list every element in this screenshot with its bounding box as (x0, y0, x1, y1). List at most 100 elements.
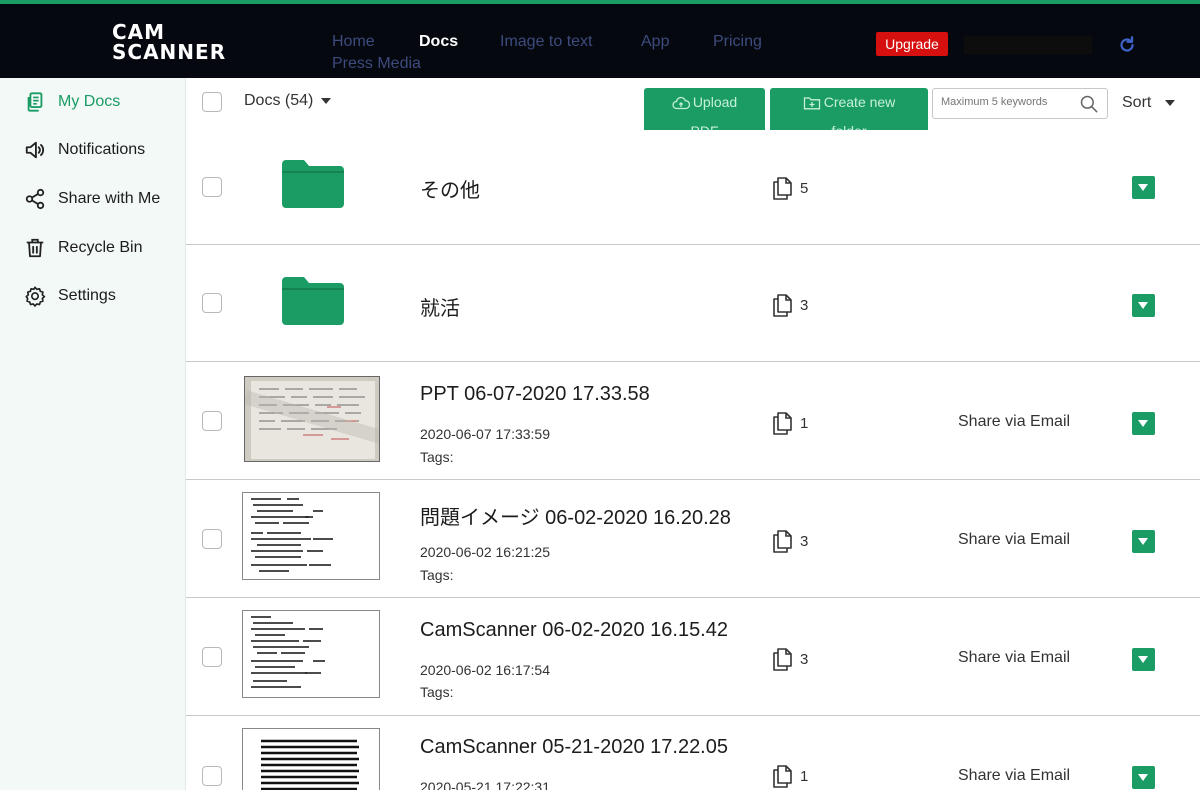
pages-icon (773, 177, 792, 200)
row-checkbox[interactable] (202, 293, 222, 313)
list-item[interactable]: 就活 3 (186, 245, 1200, 362)
pages-icon (773, 648, 792, 671)
row-actions-dropdown[interactable] (1132, 294, 1155, 317)
document-tags: Tags: (420, 684, 454, 700)
row-checkbox[interactable] (202, 410, 222, 431)
folder-title[interactable]: その他 (420, 174, 480, 203)
row-checkbox[interactable] (202, 766, 222, 786)
sidebar: My Docs Notifications Share with Me Recy… (0, 78, 186, 790)
row-actions-dropdown[interactable] (1132, 412, 1155, 435)
document-thumbnail[interactable] (242, 728, 380, 790)
document-title[interactable]: 問題イメージ 06-02-2020 16.20.28 (420, 501, 731, 530)
folder-icon (282, 277, 344, 325)
search-icon[interactable] (1079, 94, 1099, 114)
document-date: 2020-05-21 17:22:31 (420, 779, 550, 790)
sort-label: Sort (1122, 94, 1152, 111)
share-via-email-link[interactable]: Share via Email (958, 531, 1070, 549)
sidebar-item-my-docs[interactable]: My Docs (24, 89, 120, 115)
folder-icon (282, 160, 344, 208)
document-date: 2020-06-02 16:21:25 (420, 544, 550, 560)
page-count-value: 3 (800, 532, 809, 550)
create-label-line-1: Create new (823, 94, 896, 110)
thumbnail-image (245, 377, 379, 461)
document-tags: Tags: (420, 449, 454, 465)
page-count: 3 (770, 292, 808, 318)
search-input[interactable] (941, 96, 1081, 108)
chevron-down-icon (321, 98, 332, 104)
share-via-email-link[interactable]: Share via Email (958, 649, 1070, 667)
row-actions-dropdown[interactable] (1132, 766, 1155, 789)
share-via-email-link[interactable]: Share via Email (958, 413, 1070, 431)
page-count-value: 3 (800, 650, 809, 668)
document-title[interactable]: PPT 06-07-2020 17.33.58 (420, 383, 650, 406)
trash-icon (26, 238, 44, 258)
sidebar-item-share-with-me[interactable]: Share with Me (24, 186, 160, 212)
sidebar-item-label: Settings (58, 287, 116, 304)
pages-icon (773, 412, 792, 435)
page-count-value: 3 (800, 296, 809, 314)
select-all-checkbox[interactable] (202, 92, 222, 112)
list-item[interactable]: その他 5 (186, 130, 1200, 245)
nav-home-link[interactable]: Home (332, 33, 375, 51)
document-title[interactable]: CamScanner 06-02-2020 16.15.42 (420, 619, 728, 642)
pages-icon (773, 530, 792, 553)
list-item[interactable]: 問題イメージ 06-02-2020 16.20.28 2020-06-02 16… (186, 480, 1200, 598)
nav-press-media-link[interactable]: Press Media (332, 55, 421, 73)
speaker-icon (25, 141, 45, 159)
document-date: 2020-06-07 17:33:59 (420, 426, 550, 442)
search-box (932, 88, 1108, 119)
document-thumbnail[interactable] (242, 610, 380, 698)
page-count: 1 (770, 410, 808, 436)
nav-image-to-text-link[interactable]: Image to text (500, 33, 593, 51)
pages-icon (773, 294, 792, 317)
pages-icon (773, 765, 792, 788)
sort-dropdown[interactable]: Sort (1122, 94, 1176, 112)
row-actions-dropdown[interactable] (1132, 176, 1155, 199)
row-checkbox[interactable] (202, 646, 222, 667)
page-count: 5 (770, 175, 808, 201)
refresh-icon[interactable] (1116, 34, 1138, 56)
page-count-value: 5 (800, 179, 809, 197)
page-count: 3 (770, 528, 808, 554)
row-actions-dropdown[interactable] (1132, 648, 1155, 671)
docs-icon (27, 92, 43, 112)
sidebar-item-label: My Docs (58, 93, 121, 110)
share-via-email-link[interactable]: Share via Email (958, 767, 1070, 785)
thumbnail-image (251, 616, 325, 688)
document-thumbnail[interactable] (242, 492, 380, 580)
gear-icon (25, 286, 46, 307)
upgrade-button[interactable]: Upgrade (876, 32, 948, 56)
docs-filter-dropdown[interactable]: Docs (54) (244, 92, 332, 110)
sidebar-item-recycle-bin[interactable]: Recycle Bin (24, 235, 142, 261)
document-thumbnail[interactable] (244, 376, 380, 462)
list-item[interactable]: CamScanner 06-02-2020 16.15.42 2020-06-0… (186, 598, 1200, 716)
list-item[interactable]: CamScanner 05-21-2020 17.22.05 2020-05-2… (186, 716, 1200, 790)
row-actions-dropdown[interactable] (1132, 530, 1155, 553)
folder-title[interactable]: 就活 (420, 292, 460, 321)
top-navigation-bar: CAM SCANNER Home Docs Image to text App … (0, 0, 1200, 78)
sidebar-item-notifications[interactable]: Notifications (24, 137, 145, 163)
page-count: 1 (770, 763, 808, 789)
logo-line-1: CAM (112, 20, 166, 44)
document-title[interactable]: CamScanner 05-21-2020 17.22.05 (420, 736, 728, 759)
nav-docs-link[interactable]: Docs (419, 33, 458, 51)
thumbnail-image (251, 498, 333, 572)
row-checkbox[interactable] (202, 528, 222, 549)
sidebar-item-label: Notifications (58, 141, 146, 158)
nav-pricing-link[interactable]: Pricing (713, 33, 762, 51)
docs-count-label: Docs (54) (244, 92, 314, 109)
nav-app-link[interactable]: App (641, 33, 669, 51)
page-count-value: 1 (800, 767, 809, 785)
account-area[interactable] (964, 36, 1092, 54)
row-checkbox[interactable] (202, 177, 222, 197)
chevron-down-icon (1165, 100, 1176, 106)
upload-cloud-icon (672, 97, 690, 110)
sidebar-item-label: Recycle Bin (58, 239, 143, 256)
list-item[interactable]: PPT 06-07-2020 17.33.58 2020-06-07 17:33… (186, 362, 1200, 480)
new-folder-icon (803, 97, 820, 110)
camscanner-logo[interactable]: CAM SCANNER (112, 22, 226, 62)
sidebar-item-settings[interactable]: Settings (24, 283, 116, 309)
share-icon (25, 188, 45, 210)
logo-line-2: SCANNER (112, 40, 227, 64)
page-count-value: 1 (800, 414, 809, 432)
